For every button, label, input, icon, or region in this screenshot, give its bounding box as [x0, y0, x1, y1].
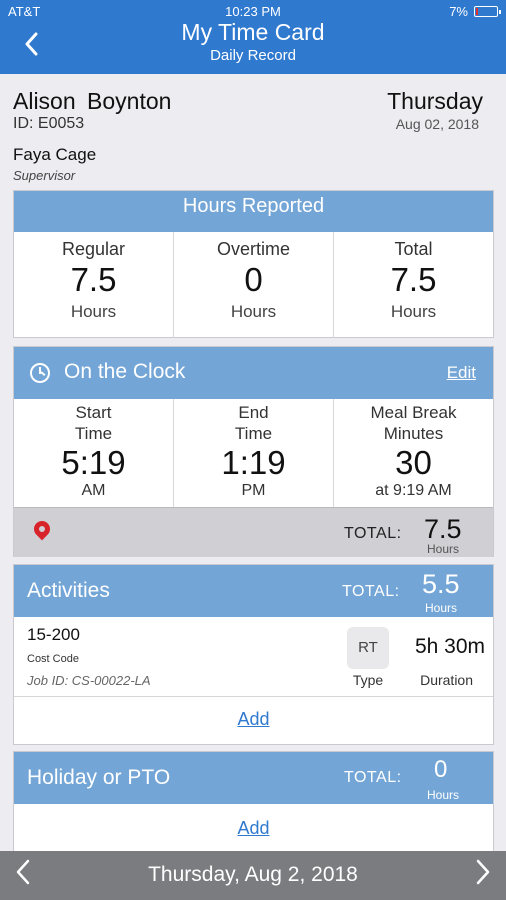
on-the-clock-card: On the Clock Edit Start Time 5:19 AM End…: [13, 346, 494, 557]
current-date-label: Thursday, Aug 2, 2018: [148, 863, 358, 886]
overtime-hours-cell: Overtime 0 Hours: [174, 232, 334, 338]
activities-card: Activities TOTAL: 5.5 Hours 15-200 Cost …: [13, 564, 494, 745]
activities-total-label: TOTAL:: [342, 583, 400, 600]
app-header: AT&T 10:23 PM 7% My Time Card Daily Reco…: [0, 0, 506, 74]
overtime-unit: Hours: [230, 302, 277, 321]
duration-label: Duration: [420, 672, 473, 688]
cost-code-label: Cost Code: [27, 653, 79, 665]
page-title: My Time Card: [181, 19, 325, 45]
cost-code: 15-200: [27, 625, 80, 644]
clock-icon: [30, 363, 50, 383]
regular-label: Regular: [61, 239, 126, 259]
meal-break-time: at 9:19 AM: [375, 482, 452, 499]
regular-value: 7.5: [70, 261, 117, 298]
total-unit: Hours: [390, 302, 437, 321]
pto-total-label: TOTAL:: [344, 769, 402, 786]
add-pto-link[interactable]: Add: [14, 818, 493, 839]
battery-icon: [474, 6, 501, 17]
total-hours-cell: Total 7.5 Hours: [334, 232, 493, 338]
meal-break-cell: Meal Break Minutes 30 at 9:19 AM: [334, 399, 493, 507]
employee-name: Alison Boynton: [13, 88, 172, 114]
end-time-label: End Time: [234, 403, 273, 443]
activities-title: Activities: [27, 579, 110, 602]
activity-row[interactable]: 15-200 Cost Code Job ID: CS-00022-LA RT …: [14, 617, 493, 697]
total-label: Total: [394, 239, 433, 259]
activities-total-value: 5.5: [422, 569, 460, 599]
supervisor-role: Supervisor: [13, 168, 76, 183]
pto-total-unit: Hours: [427, 788, 460, 802]
clock-total-unit: Hours: [427, 542, 460, 556]
holiday-pto-card: Holiday or PTO TOTAL: 0 Hours Add: [13, 751, 494, 851]
meal-break-value: 30: [395, 444, 432, 481]
add-activity-link[interactable]: Add: [14, 709, 493, 730]
date-navigator: Thursday, Aug 2, 2018: [0, 851, 506, 900]
holiday-pto-title: Holiday or PTO: [27, 766, 171, 789]
record-date: Aug 02, 2018: [395, 116, 479, 132]
page-subtitle: Daily Record: [210, 47, 296, 64]
clock-time: 10:23 PM: [225, 4, 281, 19]
edit-link[interactable]: Edit: [447, 363, 476, 383]
job-id: Job ID: CS-00022-LA: [27, 673, 151, 688]
record-day: Thursday: [387, 88, 483, 114]
on-the-clock-total-bar: TOTAL: 7.5 Hours: [14, 507, 493, 557]
type-label: Type: [352, 672, 384, 688]
overtime-value: 0: [244, 261, 263, 298]
end-time-cell: End Time 1:19 PM: [174, 399, 334, 507]
next-day-button[interactable]: [476, 859, 490, 893]
regular-unit: Hours: [70, 302, 117, 321]
type-badge: RT: [347, 627, 389, 669]
start-time-period: AM: [81, 482, 106, 499]
duration-value: 5h 30m: [414, 635, 485, 658]
on-the-clock-header: On the Clock Edit: [14, 347, 493, 399]
start-time-label: Start Time: [74, 403, 113, 443]
battery-percent: 7%: [449, 4, 468, 19]
pto-total-value: 0: [434, 756, 448, 783]
activities-total-unit: Hours: [425, 601, 458, 615]
hours-reported-card: Hours Reported Regular 7.5 Hours Overtim…: [13, 190, 494, 338]
start-time-cell: Start Time 5:19 AM: [14, 399, 174, 507]
end-time-value: 1:19: [221, 444, 286, 481]
battery-area: 7%: [449, 4, 501, 19]
end-time-period: PM: [241, 482, 266, 499]
chevron-right-icon: [476, 859, 490, 885]
start-time-value: 5:19: [61, 444, 126, 481]
meal-break-label: Meal Break Minutes: [370, 403, 457, 443]
employee-id: ID: E0053: [13, 115, 85, 132]
employee-header: Alison Boynton ID: E0053 Thursday Aug 02…: [0, 74, 506, 186]
supervisor-name: Faya Cage: [13, 145, 97, 164]
clock-total-label: TOTAL:: [344, 525, 402, 542]
clock-total-value: 7.5: [424, 514, 462, 544]
regular-hours-cell: Regular 7.5 Hours: [14, 232, 174, 338]
hours-reported-title: Hours Reported: [14, 191, 493, 232]
location-pin-icon[interactable]: [30, 517, 54, 541]
holiday-pto-header: Holiday or PTO TOTAL: 0 Hours: [14, 752, 493, 804]
total-value: 7.5: [390, 261, 437, 298]
on-the-clock-title: On the Clock: [64, 360, 186, 383]
overtime-label: Overtime: [216, 239, 290, 259]
activities-header: Activities TOTAL: 5.5 Hours: [14, 565, 493, 617]
